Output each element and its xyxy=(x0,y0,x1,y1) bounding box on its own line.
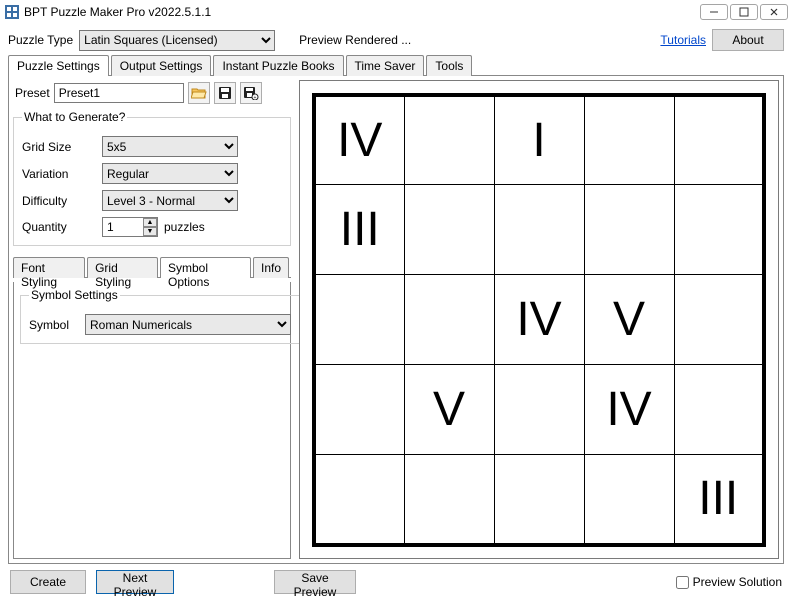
save-preset-button[interactable] xyxy=(214,82,236,104)
grid-cell xyxy=(404,95,494,185)
sub-tabs: Font Styling Grid Styling Symbol Options… xyxy=(13,256,291,278)
folder-open-icon xyxy=(191,86,207,100)
preview-solution-label: Preview Solution xyxy=(693,575,782,589)
grid-cell: I xyxy=(494,95,584,185)
symbol-label: Symbol xyxy=(29,318,85,332)
puzzle-grid: IVIIIIIVVVIVIII xyxy=(312,93,766,547)
open-preset-button[interactable] xyxy=(188,82,210,104)
tab-puzzle-settings[interactable]: Puzzle Settings xyxy=(8,55,109,76)
save-preview-button[interactable]: Save Preview xyxy=(274,570,356,594)
left-column: Preset + What to Generate? Grid Size 5x5… xyxy=(13,80,291,559)
grid-cell: III xyxy=(314,185,404,275)
grid-size-label: Grid Size xyxy=(22,140,102,154)
svg-text:+: + xyxy=(253,95,256,100)
grid-cell: III xyxy=(674,455,764,545)
grid-cell xyxy=(404,275,494,365)
close-button[interactable] xyxy=(760,4,788,20)
quantity-unit: puzzles xyxy=(164,220,205,234)
grid-size-select[interactable]: 5x5 xyxy=(102,136,238,157)
grid-cell: V xyxy=(584,275,674,365)
tab-tools[interactable]: Tools xyxy=(426,55,472,76)
preset-row: Preset + xyxy=(13,80,291,106)
preview-solution-checkbox[interactable]: Preview Solution xyxy=(676,575,782,589)
grid-cell xyxy=(404,455,494,545)
save-preset-as-button[interactable]: + xyxy=(240,82,262,104)
quantity-spinner[interactable]: ▲▼ xyxy=(143,218,157,236)
title-bar: BPT Puzzle Maker Pro v2022.5.1.1 xyxy=(0,0,792,24)
tab-output-settings[interactable]: Output Settings xyxy=(111,55,212,76)
what-to-generate-group: What to Generate? Grid Size 5x5 Variatio… xyxy=(13,110,291,246)
main-panel: Preset + What to Generate? Grid Size 5x5… xyxy=(8,76,784,564)
symbol-select[interactable]: Roman Numericals xyxy=(85,314,291,335)
about-button[interactable]: About xyxy=(712,29,784,51)
subtab-grid-styling[interactable]: Grid Styling xyxy=(87,257,158,278)
variation-select[interactable]: Regular xyxy=(102,163,238,184)
right-column: IVIIIIIVVVIVIII xyxy=(299,80,779,559)
save-as-icon: + xyxy=(243,86,259,100)
sub-panel: Symbol Settings Symbol Roman Numericals xyxy=(13,282,291,559)
grid-cell xyxy=(674,275,764,365)
what-to-generate-legend: What to Generate? xyxy=(22,110,127,124)
grid-cell xyxy=(674,365,764,455)
app-icon xyxy=(4,4,20,20)
subtab-symbol-options[interactable]: Symbol Options xyxy=(160,257,251,278)
preset-input[interactable] xyxy=(54,83,184,103)
create-button[interactable]: Create xyxy=(10,570,86,594)
grid-cell xyxy=(314,365,404,455)
status-text: Preview Rendered ... xyxy=(299,33,411,47)
grid-cell xyxy=(494,185,584,275)
grid-cell xyxy=(584,185,674,275)
main-tabs: Puzzle Settings Output Settings Instant … xyxy=(8,54,784,76)
grid-cell xyxy=(404,185,494,275)
bottom-row: Create Next Preview Save Preview Preview… xyxy=(0,564,792,600)
preview-solution-input[interactable] xyxy=(676,576,689,589)
difficulty-label: Difficulty xyxy=(22,194,102,208)
puzzle-type-select[interactable]: Latin Squares (Licensed) xyxy=(79,30,275,51)
tab-time-saver[interactable]: Time Saver xyxy=(346,55,425,76)
subtab-info[interactable]: Info xyxy=(253,257,289,278)
preview-frame: IVIIIIIVVVIVIII xyxy=(299,80,779,559)
grid-cell xyxy=(584,95,674,185)
grid-cell xyxy=(584,455,674,545)
grid-cell xyxy=(674,185,764,275)
top-row: Puzzle Type Latin Squares (Licensed) Pre… xyxy=(0,24,792,52)
minimize-button[interactable] xyxy=(700,4,728,20)
tab-instant-puzzle-books[interactable]: Instant Puzzle Books xyxy=(213,55,343,76)
grid-cell xyxy=(674,95,764,185)
grid-cell xyxy=(494,455,584,545)
puzzle-type-label: Puzzle Type xyxy=(8,33,73,47)
grid-cell: IV xyxy=(584,365,674,455)
window-title: BPT Puzzle Maker Pro v2022.5.1.1 xyxy=(24,5,696,19)
subtab-font-styling[interactable]: Font Styling xyxy=(13,257,85,278)
variation-label: Variation xyxy=(22,167,102,181)
grid-cell xyxy=(494,365,584,455)
grid-cell xyxy=(314,275,404,365)
window-controls xyxy=(700,4,788,20)
next-preview-button[interactable]: Next Preview xyxy=(96,570,174,594)
symbol-settings-group: Symbol Settings Symbol Roman Numericals xyxy=(20,288,300,344)
quantity-label: Quantity xyxy=(22,220,102,234)
grid-cell: V xyxy=(404,365,494,455)
difficulty-select[interactable]: Level 3 - Normal xyxy=(102,190,238,211)
save-icon xyxy=(218,86,232,100)
preset-label: Preset xyxy=(15,86,50,100)
grid-cell: IV xyxy=(494,275,584,365)
grid-cell: IV xyxy=(314,95,404,185)
maximize-button[interactable] xyxy=(730,4,758,20)
symbol-settings-legend: Symbol Settings xyxy=(29,288,120,302)
grid-cell xyxy=(314,455,404,545)
tutorials-link[interactable]: Tutorials xyxy=(660,33,706,47)
